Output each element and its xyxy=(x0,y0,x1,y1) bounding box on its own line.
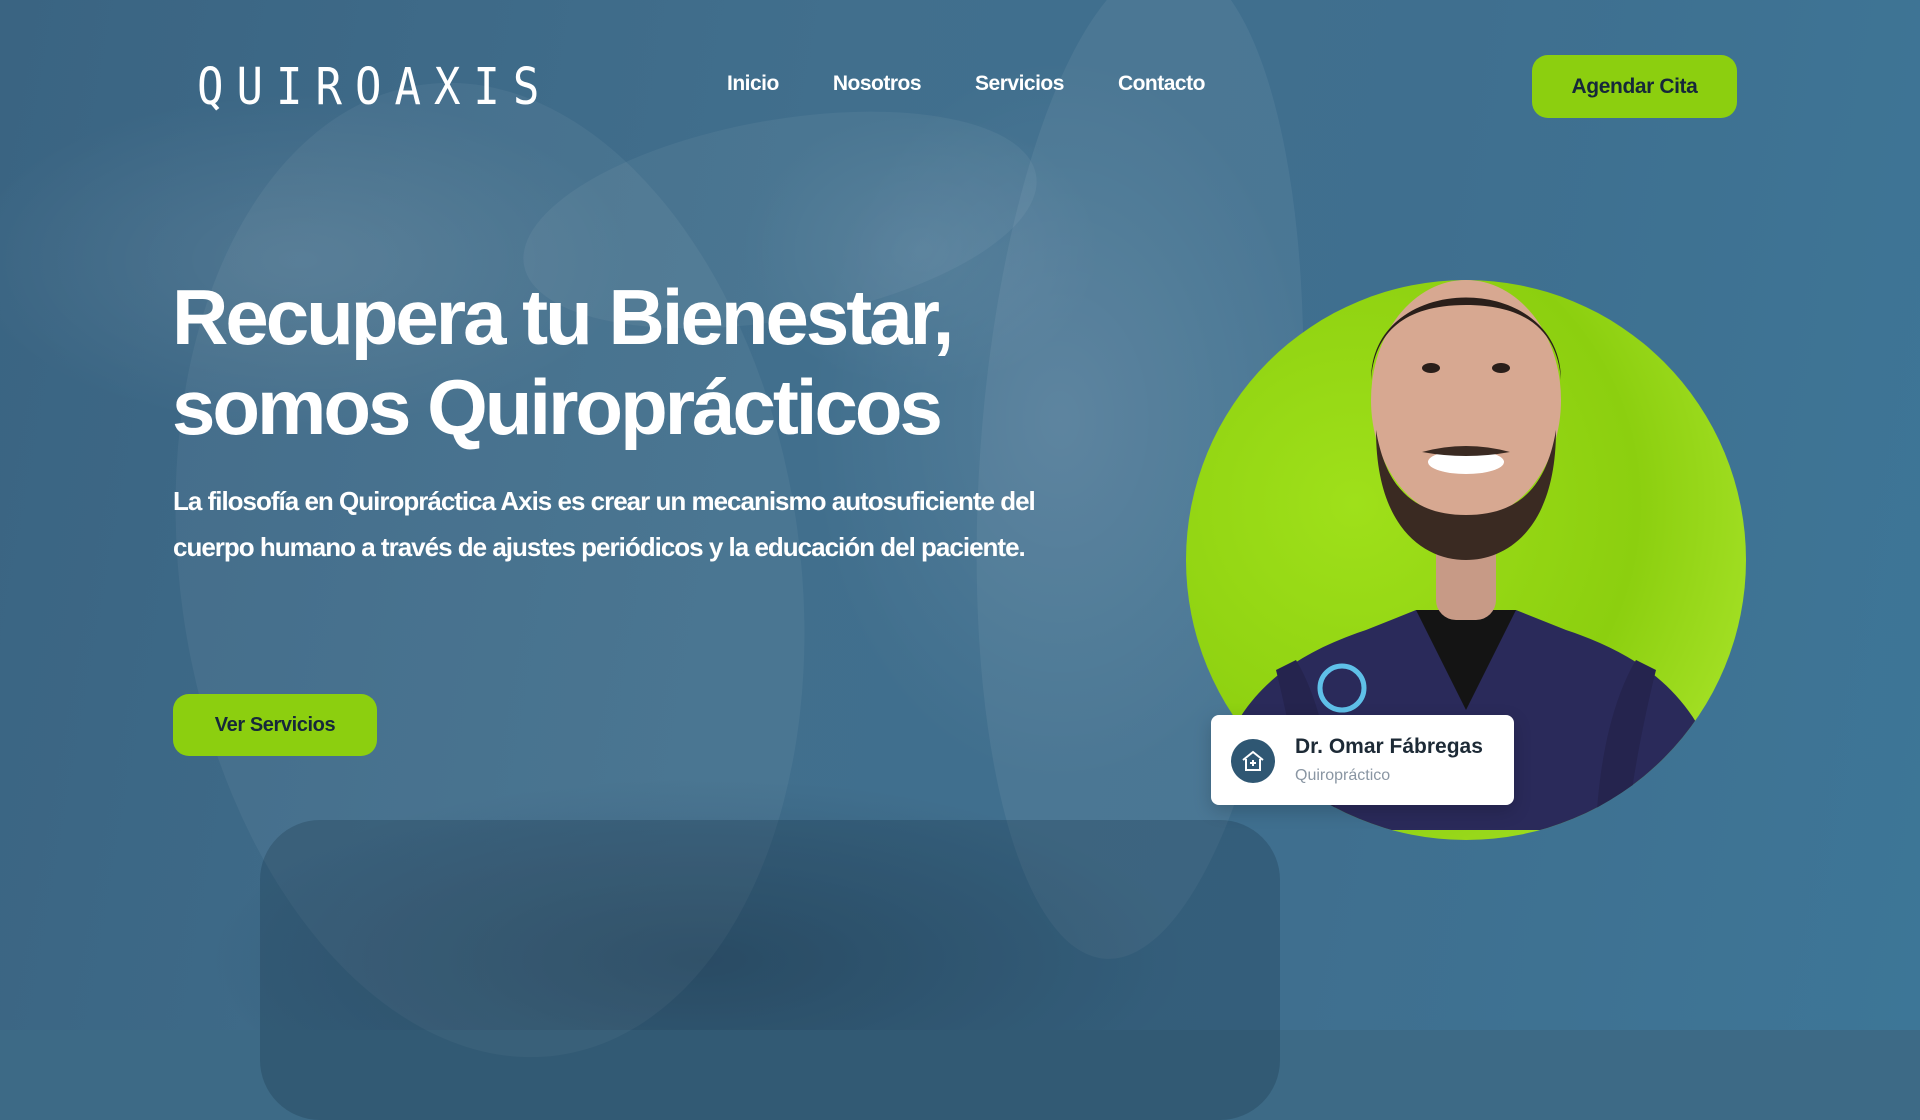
doctor-name: Dr. Omar Fábregas xyxy=(1295,735,1483,758)
top-navigation: QUIROAXIS Inicio Nosotros Servicios Cont… xyxy=(0,0,1920,170)
nav-link-contacto[interactable]: Contacto xyxy=(1118,72,1206,96)
hero-subtitle: La filosofía en Quiropráctica Axis es cr… xyxy=(173,486,1036,562)
view-services-button[interactable]: Ver Servicios xyxy=(173,694,377,756)
hero-title-line-2: somos Quiroprácticos xyxy=(172,363,943,451)
clinic-house-icon xyxy=(1231,739,1275,783)
brand-logo[interactable]: QUIROAXIS xyxy=(197,58,552,117)
doctor-role: Quiropráctico xyxy=(1295,767,1391,784)
nav-link-nosotros[interactable]: Nosotros xyxy=(833,72,922,96)
doctor-card: Dr. Omar Fábregas Quiropráctico xyxy=(1211,715,1514,805)
nav-link-inicio[interactable]: Inicio xyxy=(727,72,779,96)
nav-link-servicios[interactable]: Servicios xyxy=(975,72,1064,96)
hero-title-line-1: Recupera tu Bienestar, xyxy=(172,273,954,361)
schedule-appointment-button[interactable]: Agendar Cita xyxy=(1532,55,1737,118)
main-menu: Inicio Nosotros Servicios Contacto xyxy=(727,72,1259,96)
hero-title: Recupera tu Bienestar, somos Quiroprácti… xyxy=(172,272,954,452)
background-figure-shape xyxy=(260,820,1280,1120)
